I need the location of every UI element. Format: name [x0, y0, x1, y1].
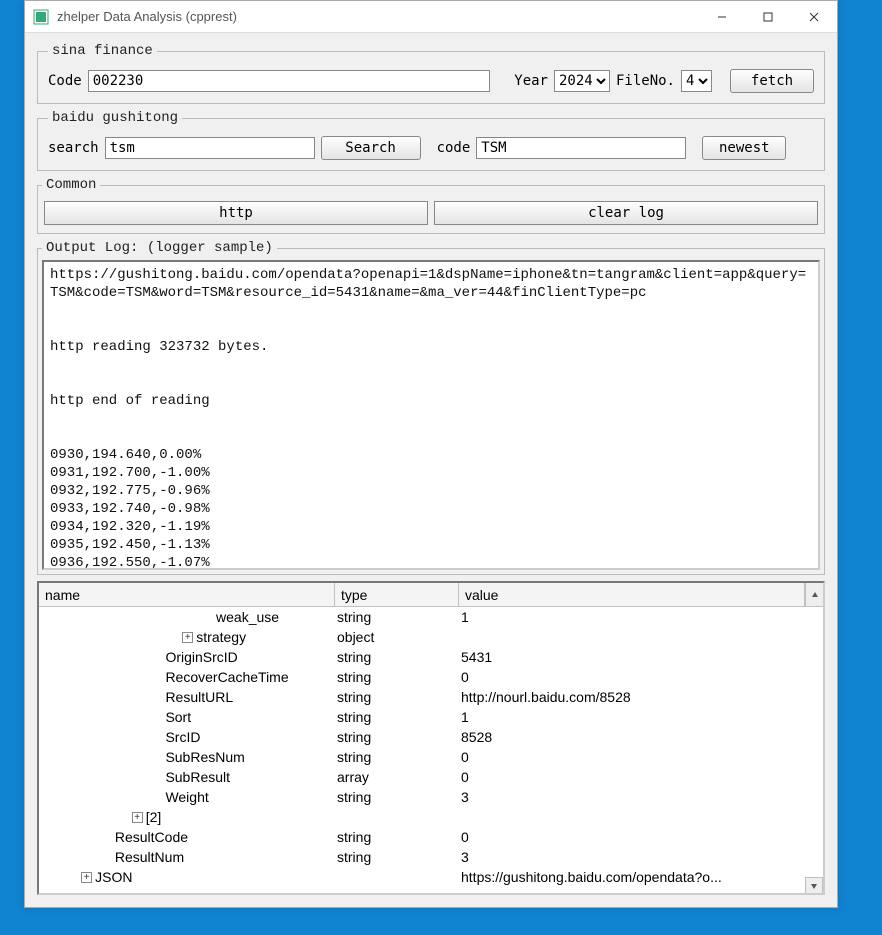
expand-icon[interactable]: +: [132, 812, 143, 823]
tree-row[interactable]: Weight string3: [39, 787, 823, 807]
bcode-label: code: [437, 140, 471, 156]
window-title: zhelper Data Analysis (cpprest): [57, 9, 699, 24]
tree-row[interactable]: ResultURL stringhttp://nourl.baidu.com/85…: [39, 687, 823, 707]
row-type: string: [335, 607, 459, 627]
tree-row[interactable]: + [2]: [39, 807, 823, 827]
expand-icon[interactable]: +: [81, 872, 92, 883]
row-type: string: [335, 687, 459, 707]
tree-row[interactable]: + strategy object: [39, 627, 823, 647]
close-button[interactable]: [791, 1, 837, 33]
year-select[interactable]: 2024: [554, 70, 610, 92]
row-value: 1: [459, 607, 823, 627]
row-name: ResultURL: [165, 687, 233, 707]
tree-row[interactable]: ResultCode string0: [39, 827, 823, 847]
tree-row[interactable]: + JSON https://gushitong.baidu.com/openda…: [39, 867, 823, 887]
row-type: string: [335, 747, 459, 767]
sina-legend: sina finance: [48, 43, 157, 59]
baidu-legend: baidu gushitong: [48, 110, 182, 126]
row-type: string: [335, 707, 459, 727]
bcode-input[interactable]: [476, 137, 686, 159]
app-icon: [33, 9, 49, 25]
row-value: 0: [459, 667, 823, 687]
grid-body[interactable]: weak_usestring1 + strategyobject OriginS…: [39, 607, 823, 895]
row-type: string: [335, 847, 459, 867]
row-value: 0: [459, 747, 823, 767]
fileno-label: FileNo.: [616, 73, 675, 89]
tree-row[interactable]: ResultNum string3: [39, 847, 823, 867]
row-type: string: [335, 727, 459, 747]
row-value: 5431: [459, 647, 823, 667]
row-value: [459, 627, 823, 647]
expand-icon[interactable]: +: [182, 632, 193, 643]
row-value: 3: [459, 787, 823, 807]
row-value: 8528: [459, 727, 823, 747]
maximize-button[interactable]: [745, 1, 791, 33]
fetch-button[interactable]: fetch: [730, 69, 814, 93]
app-window: zhelper Data Analysis (cpprest) sina fin…: [24, 0, 838, 908]
row-name: JSON: [95, 867, 132, 887]
row-name: strategy: [196, 627, 246, 647]
tree-row[interactable]: SubResNum string0: [39, 747, 823, 767]
row-value: 0: [459, 767, 823, 787]
col-value[interactable]: value: [459, 583, 805, 606]
tree-row[interactable]: RecoverCacheTime string0: [39, 667, 823, 687]
col-type[interactable]: type: [335, 583, 459, 606]
fileno-select[interactable]: 4: [681, 70, 712, 92]
clearlog-button[interactable]: clear log: [434, 201, 818, 225]
http-button[interactable]: http: [44, 201, 428, 225]
code-label: Code: [48, 73, 82, 89]
row-value: 3: [459, 847, 823, 867]
row-name: SubResNum: [165, 747, 244, 767]
search-label: search: [48, 140, 99, 156]
row-name: RecoverCacheTime: [165, 667, 288, 687]
year-label: Year: [514, 73, 548, 89]
row-name: weak_use: [216, 607, 279, 627]
baidu-group: baidu gushitong search Search code newes…: [37, 110, 825, 171]
outputlog-legend: Output Log: (logger sample): [42, 240, 277, 256]
output-log[interactable]: https://gushitong.baidu.com/opendata?ope…: [42, 260, 820, 570]
row-type: object: [335, 627, 459, 647]
search-input[interactable]: [105, 137, 315, 159]
row-name: ResultNum: [115, 847, 184, 867]
row-value: 0: [459, 827, 823, 847]
row-name: [2]: [146, 807, 162, 827]
common-legend: Common: [42, 177, 100, 193]
tree-row[interactable]: OriginSrcID string5431: [39, 647, 823, 667]
common-group: Common http clear log: [37, 177, 825, 234]
code-input[interactable]: [88, 70, 491, 92]
sina-finance-group: sina finance Code Year 2024 FileNo. 4 fe…: [37, 43, 825, 104]
scroll-down-icon[interactable]: [805, 877, 823, 895]
scroll-up-icon[interactable]: [805, 583, 823, 606]
row-type: string: [335, 667, 459, 687]
row-type: string: [335, 827, 459, 847]
result-tree[interactable]: name type value weak_usestring1 + strate…: [37, 581, 825, 895]
row-name: Weight: [165, 787, 208, 807]
row-type: string: [335, 787, 459, 807]
titlebar[interactable]: zhelper Data Analysis (cpprest): [25, 1, 837, 33]
row-value: [459, 807, 823, 827]
outputlog-group: Output Log: (logger sample) https://gush…: [37, 240, 825, 575]
grid-header: name type value: [39, 583, 823, 607]
search-button[interactable]: Search: [321, 136, 421, 160]
row-type: string: [335, 647, 459, 667]
row-name: OriginSrcID: [165, 647, 237, 667]
row-value: https://gushitong.baidu.com/opendata?o..…: [459, 867, 823, 887]
tree-row[interactable]: weak_use string1: [39, 607, 823, 627]
row-name: ResultCode: [115, 827, 188, 847]
client-area: sina finance Code Year 2024 FileNo. 4 fe…: [25, 33, 837, 907]
tree-row[interactable]: SrcID string8528: [39, 727, 823, 747]
row-type: [335, 807, 459, 827]
col-name[interactable]: name: [39, 583, 335, 606]
row-name: Sort: [165, 707, 191, 727]
minimize-button[interactable]: [699, 1, 745, 33]
row-type: array: [335, 767, 459, 787]
newest-button[interactable]: newest: [702, 136, 786, 160]
row-name: SrcID: [165, 727, 200, 747]
row-value: http://nourl.baidu.com/8528: [459, 687, 823, 707]
row-value: 1: [459, 707, 823, 727]
tree-row[interactable]: Sort string1: [39, 707, 823, 727]
tree-row[interactable]: SubResult array0: [39, 767, 823, 787]
row-name: SubResult: [165, 767, 230, 787]
row-type: [335, 867, 459, 887]
